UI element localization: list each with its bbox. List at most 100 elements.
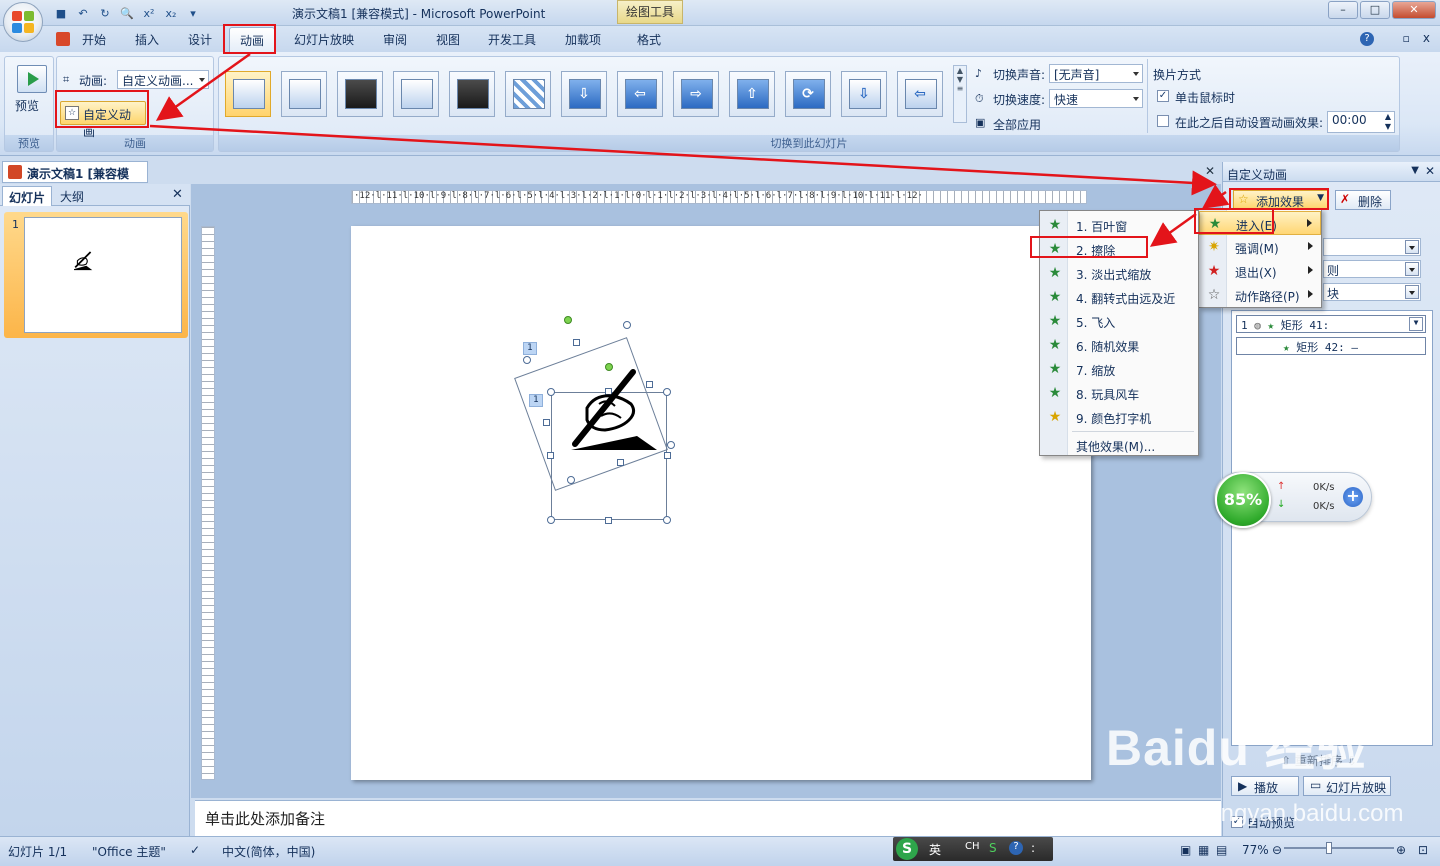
effect-fly-in[interactable]: ★ 5. 飞入	[1040, 309, 1198, 333]
ime-toolbar[interactable]: S 英 CH S ? :	[893, 837, 1053, 861]
resize-handle[interactable]	[664, 452, 671, 459]
close-icon[interactable]: ✕	[1425, 164, 1435, 178]
document-tab[interactable]: 演示文稿1 [兼容模式]	[2, 161, 148, 198]
ime-ch[interactable]: CH	[965, 841, 980, 852]
minimize-button[interactable]: –	[1328, 1, 1358, 19]
tab-slides[interactable]: 幻灯片	[2, 186, 53, 206]
transition-wipe-down[interactable]: ⇩	[561, 71, 607, 117]
pane-options-icon[interactable]: ▼	[1411, 165, 1419, 176]
sound-combo[interactable]: [无声音]	[1049, 64, 1143, 83]
chevron-down-icon[interactable]	[1405, 240, 1419, 254]
ime-menu-icon[interactable]: :	[1031, 841, 1035, 855]
effect-faded-zoom[interactable]: ★ 3. 淡出式缩放	[1040, 261, 1198, 285]
zoom-slider[interactable]	[1284, 842, 1394, 854]
zoom-level[interactable]: 77%	[1242, 843, 1269, 857]
menu-item-motion-path[interactable]: ☆ 动作路径(P)	[1199, 283, 1321, 307]
tab-developer[interactable]: 开发工具	[488, 31, 536, 48]
transition-fade-black[interactable]	[337, 71, 383, 117]
animation-combo[interactable]: 自定义动画...	[117, 70, 209, 89]
resize-handle[interactable]	[667, 441, 675, 449]
transition-cut[interactable]	[393, 71, 439, 117]
animation-list-item[interactable]: ★ 矩形 42: —	[1236, 337, 1426, 355]
resize-handle[interactable]	[573, 339, 580, 346]
drawing-tools-context-tab[interactable]: 绘图工具	[617, 0, 683, 24]
transition-fade-smooth[interactable]	[281, 71, 327, 117]
superscript-icon[interactable]: x²	[140, 4, 158, 22]
transition-wipe-right[interactable]: ⇨	[673, 71, 719, 117]
preview-button[interactable]: 预览	[15, 97, 39, 114]
tab-view[interactable]: 视图	[436, 31, 460, 48]
notes-pane[interactable]: 单击此处添加备注	[195, 800, 1221, 836]
normal-view-icon[interactable]: ▣	[1180, 843, 1191, 857]
slide-sorter-icon[interactable]: ▦	[1198, 843, 1209, 857]
close-document-icon[interactable]: ✕	[1205, 164, 1215, 178]
slide-thumbnail[interactable]	[24, 217, 182, 333]
subscript-icon[interactable]: x₂	[162, 4, 180, 22]
undo-icon[interactable]: ↶	[74, 4, 92, 22]
zoom-out-icon[interactable]: ⊖	[1272, 843, 1282, 857]
apply-all-button[interactable]: 全部应用	[993, 116, 1041, 133]
redo-icon[interactable]: ↻	[96, 4, 114, 22]
effect-more[interactable]: 其他效果(M)...	[1040, 433, 1198, 457]
auto-after-time[interactable]: 00:00 ▲ ▼	[1327, 111, 1395, 133]
start-combo[interactable]	[1323, 238, 1421, 256]
sogou-icon[interactable]: S	[989, 841, 997, 855]
effect-zoom[interactable]: ★ 7. 缩放	[1040, 357, 1198, 381]
transition-gallery-scroll[interactable]: ▲ ▼ ≡	[953, 65, 967, 123]
preview-icon[interactable]	[17, 65, 47, 93]
resize-handle[interactable]	[547, 388, 555, 396]
rotation-handle[interactable]	[564, 316, 572, 324]
resize-handle[interactable]	[523, 356, 531, 364]
animation-list-item[interactable]: 1 ◍ ★ 矩形 41: ▼	[1236, 315, 1426, 333]
slide-canvas[interactable]: 1 1	[351, 226, 1091, 780]
resize-handle[interactable]	[623, 321, 631, 329]
fit-window-icon[interactable]: ⊡	[1418, 843, 1428, 857]
resize-handle[interactable]	[547, 452, 554, 459]
transition-push-left[interactable]: ⇦	[897, 71, 943, 117]
menu-item-emphasis[interactable]: ✷ 强调(M)	[1199, 235, 1321, 259]
effect-random[interactable]: ★ 6. 随机效果	[1040, 333, 1198, 357]
slide-thumbnail-selected[interactable]: 1	[4, 212, 188, 338]
network-speed-widget[interactable]: 85% ↑ ↓ 0K/s 0K/s +	[1214, 472, 1372, 528]
transition-cut-black[interactable]	[449, 71, 495, 117]
resize-handle[interactable]	[547, 516, 555, 524]
qat-customize-icon[interactable]: ▾	[184, 4, 202, 22]
tab-design[interactable]: 设计	[188, 31, 212, 48]
tab-insert[interactable]: 插入	[135, 31, 159, 48]
resize-handle[interactable]	[543, 419, 550, 426]
maximize-button[interactable]: □	[1360, 1, 1390, 19]
tab-format[interactable]: 格式	[637, 31, 661, 48]
office-button[interactable]	[3, 2, 43, 42]
transition-push-down[interactable]: ⇩	[841, 71, 887, 117]
transition-dissolve[interactable]	[505, 71, 551, 117]
on-click-checkbox[interactable]: ✓	[1157, 90, 1169, 102]
resize-handle[interactable]	[605, 517, 612, 524]
transition-wipe-left[interactable]: ⇦	[617, 71, 663, 117]
save-icon[interactable]: ■	[52, 4, 70, 22]
close-button[interactable]: ✕	[1392, 1, 1436, 19]
effect-flip-distance[interactable]: ★ 4. 翻转式由远及近	[1040, 285, 1198, 309]
speed-combo[interactable]: 快速	[1049, 89, 1143, 108]
chevron-down-icon[interactable]	[1405, 262, 1419, 276]
spellcheck-icon[interactable]: ✓	[190, 843, 200, 857]
help-icon[interactable]: ?	[1009, 841, 1023, 855]
spinner-icon[interactable]: ▲ ▼	[1385, 112, 1391, 132]
transition-none[interactable]	[225, 71, 271, 117]
effect-pinwheel[interactable]: ★ 8. 玩具风车	[1040, 381, 1198, 405]
tab-addins[interactable]: 加载项	[565, 31, 601, 48]
ribbon-restore-icon[interactable]: ▫	[1403, 32, 1410, 45]
tab-outline[interactable]: 大纲	[54, 186, 90, 206]
resize-handle[interactable]	[663, 516, 671, 524]
plus-icon[interactable]: +	[1343, 487, 1363, 507]
speed-combo[interactable]: 块	[1323, 283, 1421, 301]
animation-order-tag[interactable]: 1	[529, 394, 543, 407]
help-icon[interactable]: ?	[1360, 32, 1374, 46]
direction-combo[interactable]: 则	[1323, 260, 1421, 278]
tab-home[interactable]: 开始	[82, 31, 106, 48]
auto-after-checkbox[interactable]	[1157, 115, 1169, 127]
ime-mode[interactable]: 英	[929, 841, 941, 858]
slideshow-view-icon[interactable]: ▤	[1216, 843, 1227, 857]
print-preview-icon[interactable]: 🔍	[118, 4, 136, 22]
effect-color-typewriter[interactable]: ★ 9. 颜色打字机	[1040, 405, 1198, 429]
transition-wheel[interactable]: ⟳	[785, 71, 831, 117]
